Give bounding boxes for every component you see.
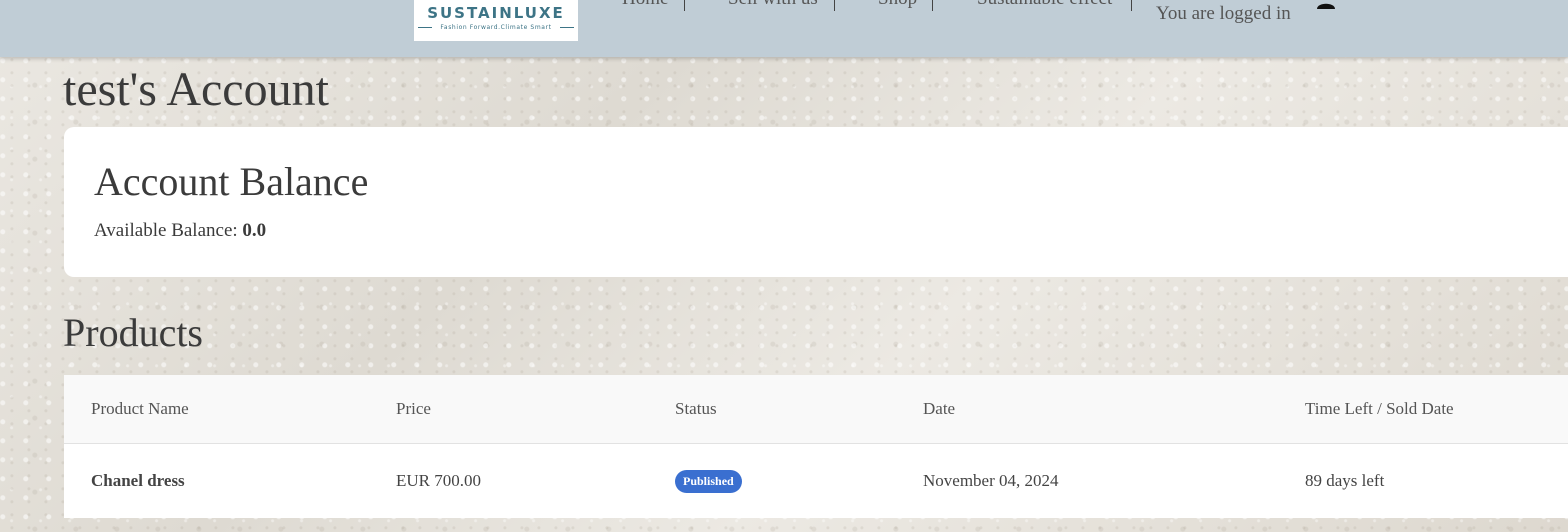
nav-link-shop[interactable]: Shop	[878, 0, 917, 10]
user-icon[interactable]	[1314, 0, 1338, 10]
account-balance-title: Account Balance	[94, 159, 369, 204]
account-balance-card: Account Balance Available Balance: 0.0	[64, 127, 1568, 277]
brand-logo[interactable]: SUSTAINLUXE Fashion Forward.Climate Smar…	[414, 0, 578, 41]
nav-separator	[684, 0, 685, 11]
table-header-row: Product Name Price Status Date Time Left…	[64, 375, 1568, 444]
logo-tagline: Fashion Forward.Climate Smart	[440, 24, 552, 31]
nav-link-sell-with-us[interactable]: Sell with us	[728, 0, 818, 10]
top-navigation-bar: SUSTAINLUXE Fashion Forward.Climate Smar…	[0, 0, 1568, 57]
column-header-time-left: Time Left / Sold Date	[1305, 399, 1454, 418]
available-balance-line: Available Balance: 0.0	[94, 220, 266, 242]
available-balance-label: Available Balance:	[94, 220, 238, 241]
product-time-left: 89 days left	[1305, 471, 1385, 490]
login-status-text: You are logged in	[1156, 3, 1291, 24]
product-date: November 04, 2024	[923, 471, 1059, 490]
nav-separator	[932, 0, 933, 11]
available-balance-value: 0.0	[242, 220, 267, 241]
column-header-product-name: Product Name	[91, 399, 189, 418]
nav-separator	[834, 0, 835, 11]
product-price: EUR 700.00	[396, 471, 481, 490]
column-header-price: Price	[396, 399, 431, 418]
page-title: test's Account	[63, 63, 329, 116]
product-status-cell: Published	[675, 444, 742, 518]
nav-link-sustainable-effect[interactable]: Sustainable effect	[977, 0, 1112, 10]
status-badge: Published	[675, 469, 742, 493]
products-heading: Products	[63, 310, 203, 355]
nav-link-home[interactable]: Home	[622, 0, 668, 10]
products-table: Product Name Price Status Date Time Left…	[64, 375, 1568, 518]
product-name[interactable]: Chanel dress	[91, 471, 185, 491]
nav-separator	[1131, 0, 1132, 11]
table-row[interactable]: Chanel dress EUR 700.00 Published Novemb…	[64, 444, 1568, 518]
logo-name: SUSTAINLUXE	[427, 4, 565, 22]
product-name-cell: Chanel dress	[91, 444, 185, 518]
column-header-date: Date	[923, 399, 956, 418]
logo-rule-right	[560, 27, 574, 28]
column-header-status: Status	[675, 399, 717, 418]
